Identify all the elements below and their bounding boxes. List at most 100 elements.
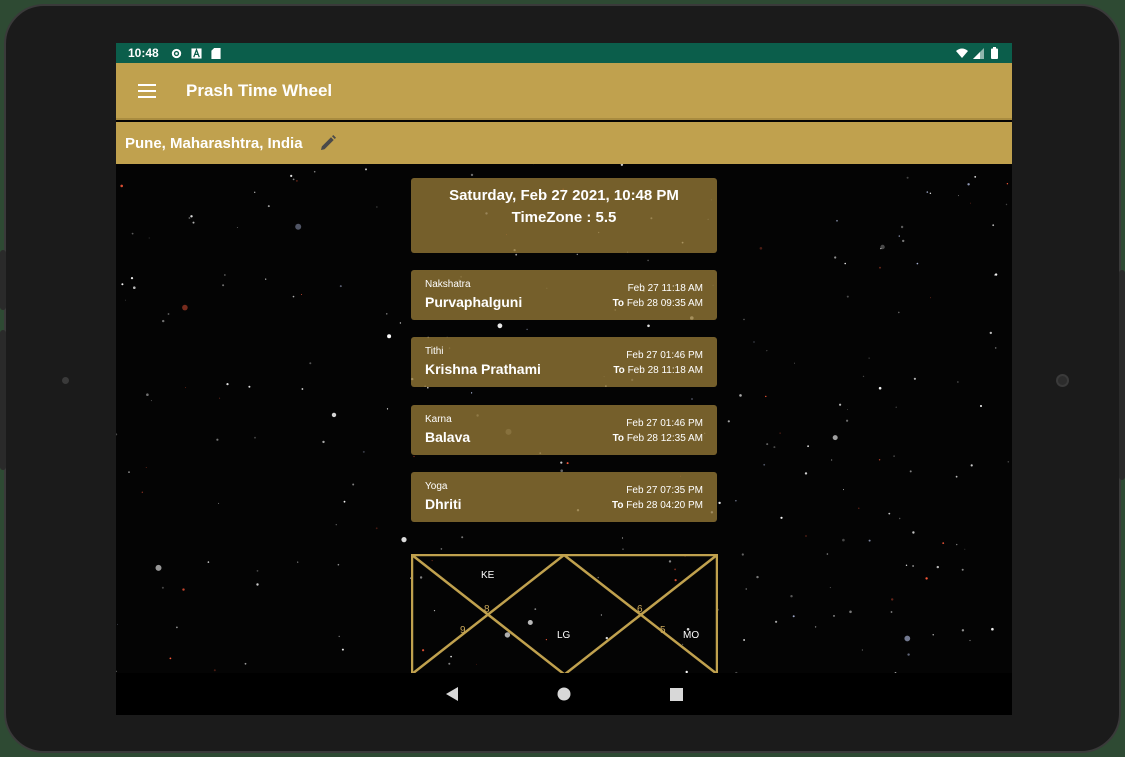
star (861, 649, 864, 651)
star (182, 588, 185, 591)
star (386, 408, 389, 410)
device-sensor (62, 377, 69, 384)
battery-icon (988, 47, 1000, 59)
star (916, 262, 919, 265)
to-value: Feb 28 11:18 AM (627, 365, 703, 376)
star (974, 176, 977, 178)
star (267, 205, 270, 208)
star (955, 475, 958, 478)
device-side-button (1119, 270, 1125, 480)
star (807, 445, 809, 448)
star (942, 542, 945, 544)
star (765, 395, 767, 398)
star (790, 595, 793, 598)
star (141, 491, 143, 493)
star (792, 615, 795, 618)
star (290, 174, 293, 177)
star (898, 235, 900, 237)
star (898, 311, 900, 314)
star (832, 435, 838, 441)
status-bar: 10:48 (116, 43, 1012, 63)
star (248, 385, 251, 388)
device-camera (1056, 374, 1069, 387)
star (130, 277, 134, 280)
star (967, 183, 970, 186)
star (213, 669, 216, 672)
card-kind: Nakshatra (425, 279, 471, 290)
star (413, 455, 415, 458)
star (150, 400, 152, 402)
star (526, 328, 528, 331)
chart-diagonal (411, 554, 566, 674)
edit-pencil-icon[interactable] (317, 132, 339, 154)
star (387, 334, 392, 339)
star (176, 626, 178, 629)
star (879, 266, 881, 269)
star (1007, 461, 1010, 463)
star (133, 286, 136, 289)
star (401, 537, 407, 543)
star (833, 615, 835, 617)
star (292, 178, 295, 181)
star (775, 620, 778, 623)
yoga-card[interactable]: Yoga Dhriti Feb 27 07:35 PM To Feb 28 04… (411, 472, 717, 522)
star (912, 531, 915, 534)
star (890, 611, 893, 613)
star (331, 412, 337, 418)
star (265, 278, 267, 280)
card-to-time: To Feb 28 04:20 PM (612, 500, 703, 511)
device-screen: 10:48 Prash Time Wheel Pune, Maharashtra… (116, 43, 1012, 715)
back-triangle-icon[interactable] (432, 674, 472, 714)
sd-card-icon (211, 47, 222, 59)
app-title: Prash Time Wheel (186, 80, 333, 100)
star (804, 472, 808, 475)
star (909, 470, 912, 473)
star (773, 446, 776, 449)
star (192, 221, 195, 224)
to-label: To (612, 433, 625, 444)
to-label: To (612, 298, 625, 309)
timezone-label: TimeZone : 5.5 (511, 209, 617, 226)
star (727, 420, 730, 423)
device-side-button (0, 330, 6, 470)
star (878, 386, 882, 390)
star (218, 502, 220, 504)
star (117, 623, 118, 625)
star (961, 629, 965, 632)
star (162, 319, 165, 323)
settings-icon (171, 48, 182, 59)
star (912, 565, 914, 567)
star (839, 403, 842, 406)
to-value: Feb 28 09:35 AM (626, 298, 703, 309)
current-datetime: Saturday, Feb 27 2021, 10:48 PM (449, 187, 679, 204)
nakshatra-card[interactable]: Nakshatra Purvaphalguni Feb 27 11:18 AM … (411, 270, 717, 320)
horoscope-chart[interactable]: KE 8 9 LG 6 5 MO (411, 554, 718, 674)
signal-icon (972, 47, 984, 59)
star (745, 588, 747, 590)
star (846, 419, 849, 422)
star (902, 239, 905, 243)
card-kind: Yoga (425, 481, 448, 492)
menu-icon[interactable] (138, 79, 162, 103)
star (994, 347, 997, 349)
card-to-time: To Feb 28 12:35 AM (613, 433, 703, 444)
star (309, 362, 312, 365)
chart-house-5: 5 (660, 625, 666, 636)
star (207, 561, 210, 563)
karna-card[interactable]: Karna Balava Feb 27 01:46 PM To Feb 28 1… (411, 405, 717, 455)
home-circle-icon[interactable] (544, 674, 584, 714)
recents-square-icon[interactable] (656, 674, 696, 714)
star (470, 173, 474, 177)
star (763, 463, 766, 466)
card-from-time: Feb 27 01:46 PM (626, 350, 703, 361)
star (1005, 203, 1008, 206)
tithi-card[interactable]: Tithi Krishna Prathami Feb 27 01:46 PM T… (411, 337, 717, 387)
star (145, 467, 147, 468)
to-label: To (613, 365, 625, 376)
star (339, 285, 342, 288)
card-name: Balava (425, 429, 471, 445)
card-name: Dhriti (425, 496, 462, 512)
star (219, 397, 221, 399)
star (906, 176, 909, 179)
star (868, 357, 870, 359)
